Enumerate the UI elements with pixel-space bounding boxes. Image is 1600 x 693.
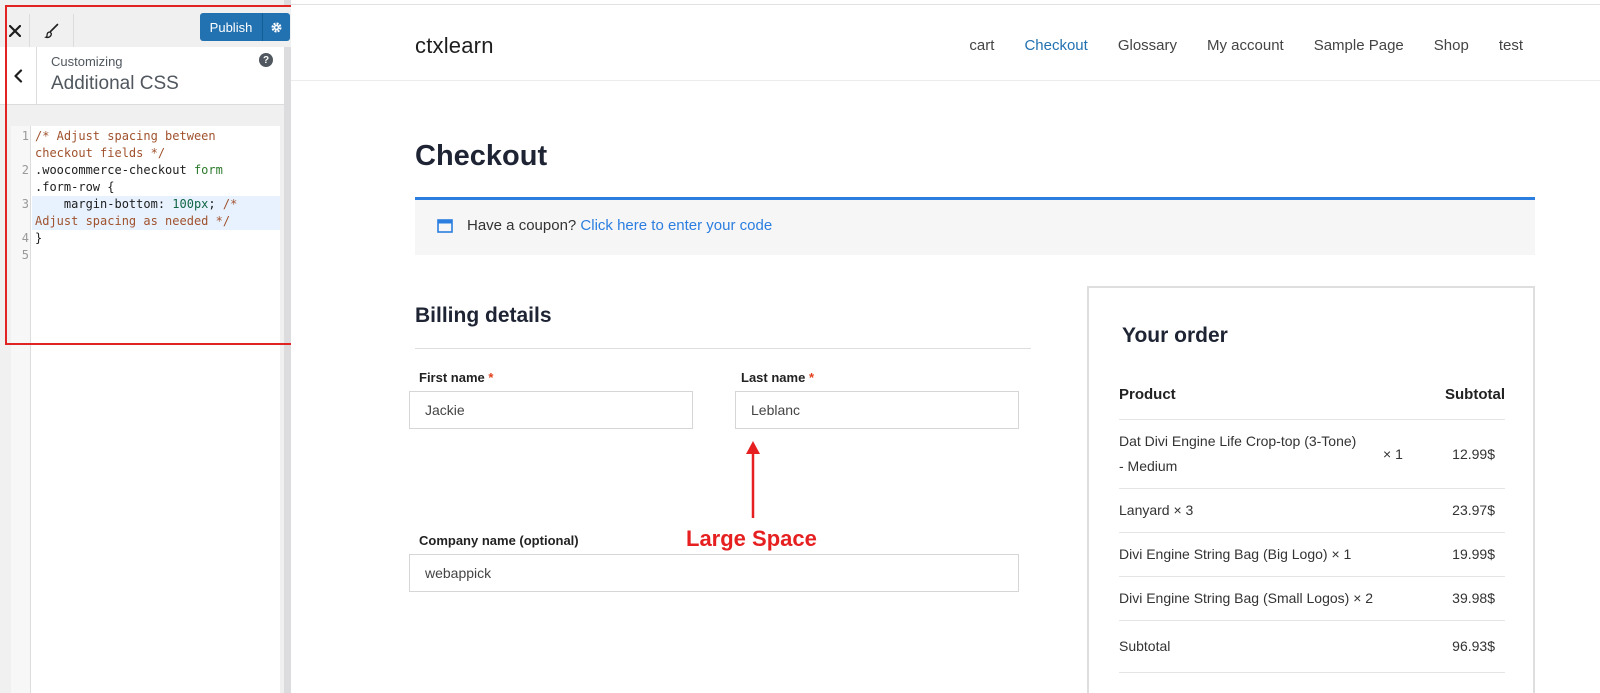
line-number: 3 — [21, 197, 29, 211]
code-token: form — [193, 163, 223, 177]
order-item-row: Lanyard × 3 23.97$ — [1119, 489, 1505, 533]
code-token: Adjust spacing as needed */ — [35, 214, 231, 228]
order-title: Your order — [1122, 324, 1228, 347]
code-token: checkout fields */ — [35, 146, 166, 160]
customizer-sidebar: Publish Customizing Additional CSS ? 1 2 3… — [0, 0, 294, 693]
line-number: 4 — [21, 231, 29, 245]
last-name-label: Last name * — [741, 370, 814, 385]
site-header: ctxlearn cart Checkout Glossary My account S… — [291, 5, 1600, 81]
nav-item-shop[interactable]: Shop — [1434, 37, 1469, 54]
code-token: /* Adjust spacing between — [35, 129, 216, 143]
subtotal-value: 96.93$ — [1452, 638, 1495, 654]
nav-item-my-account[interactable]: My account — [1207, 37, 1284, 54]
code-line[interactable]: /* Adjust spacing between — [35, 128, 216, 145]
primary-navigation: cart Checkout Glossary My account Sample Pag… — [969, 37, 1523, 54]
order-item-row: Divi Engine String Bag (Small Logos) × 2… — [1119, 577, 1505, 621]
code-line[interactable]: } — [35, 230, 42, 247]
code-token: } — [35, 231, 43, 245]
last-name-field[interactable]: Leblanc — [735, 391, 1019, 429]
code-line[interactable]: checkout fields */ — [35, 145, 165, 162]
product-name-cont: - Medium — [1119, 458, 1178, 474]
site-preview: ctxlearn cart Checkout Glossary My account S… — [291, 0, 1600, 693]
product-name: Divi Engine String Bag (Big Logo) × 1 — [1119, 546, 1352, 562]
annotation-arrow — [746, 441, 760, 518]
customizing-label: Customizing — [51, 54, 123, 69]
coupon-notice: Have a coupon? Click here to enter your … — [415, 197, 1535, 255]
nav-item-checkout[interactable]: Checkout — [1024, 37, 1087, 54]
code-token: margin-bottom: — [35, 197, 173, 211]
coupon-prompt: Have a coupon? — [467, 217, 577, 234]
nav-item-glossary[interactable]: Glossary — [1118, 37, 1177, 54]
page-title: Checkout — [415, 140, 548, 172]
line-number: 2 — [21, 163, 29, 177]
code-line[interactable]: Adjust spacing as needed */ — [35, 213, 230, 230]
first-name-field[interactable]: Jackie — [409, 391, 693, 429]
annotation-label: Large Space — [686, 526, 817, 551]
first-name-label-text: First name — [419, 370, 485, 385]
site-title[interactable]: ctxlearn — [415, 33, 494, 59]
gear-icon — [271, 21, 282, 33]
code-token: /* — [222, 197, 238, 211]
section-header: Customizing Additional CSS ? — [0, 47, 284, 105]
first-name-label: First name * — [419, 370, 493, 385]
close-icon — [8, 25, 21, 37]
customize-styles-button[interactable] — [30, 14, 74, 48]
code-token: 100px — [172, 197, 209, 211]
product-subtotal: 23.97$ — [1452, 502, 1495, 518]
sidebar-resize-rail[interactable] — [284, 0, 291, 693]
order-item-row: Dat Divi Engine Life Crop-top (3-Tone) - … — [1119, 420, 1505, 489]
required-marker: * — [488, 370, 494, 385]
code-line[interactable]: .form-row { — [35, 179, 114, 196]
product-name: Divi Engine String Bag (Small Logos) × 2 — [1119, 590, 1374, 606]
coupon-link[interactable]: Click here to enter your code — [580, 217, 772, 234]
code-token: .form-row { — [35, 180, 115, 194]
help-icon[interactable]: ? — [259, 53, 273, 67]
billing-details-title: Billing details — [415, 304, 552, 327]
order-table: Product Subtotal Dat Divi Engine Life Crop… — [1119, 376, 1505, 673]
product-subtotal: 12.99$ — [1452, 446, 1495, 462]
required-marker: * — [808, 370, 814, 385]
company-name-label: Company name (optional) — [419, 533, 579, 548]
css-code-editor[interactable]: 1 2 3 4 5 /* Adjust spacing between checkout … — [11, 126, 280, 693]
order-subtotal-row: Subtotal 96.93$ — [1119, 621, 1505, 673]
last-name-label-text: Last name — [741, 370, 806, 385]
close-button[interactable] — [0, 14, 30, 48]
coupon-text: Have a coupon? Click here to enter your … — [467, 217, 772, 234]
publish-button[interactable]: Publish — [200, 13, 262, 41]
section-title: Additional CSS — [51, 73, 179, 94]
order-review: Your order Product Subtotal Dat Divi Engin… — [1087, 286, 1535, 693]
column-product: Product — [1119, 386, 1176, 403]
subtotal-label: Subtotal — [1119, 638, 1171, 654]
publish-settings-button[interactable] — [262, 13, 290, 41]
code-token: ; — [208, 197, 223, 211]
product-subtotal: 19.99$ — [1452, 546, 1495, 562]
coupon-icon — [437, 219, 453, 233]
paintbrush-icon — [43, 23, 58, 39]
chevron-left-icon — [14, 69, 23, 83]
company-name-field[interactable]: webappick — [409, 554, 1019, 592]
product-subtotal: 39.98$ — [1452, 590, 1495, 606]
product-quantity: × 1 — [1383, 446, 1403, 462]
nav-item-sample-page[interactable]: Sample Page — [1314, 37, 1404, 54]
nav-item-cart[interactable]: cart — [969, 37, 994, 54]
order-item-row: Divi Engine String Bag (Big Logo) × 1 19.… — [1119, 533, 1505, 577]
product-name: Dat Divi Engine Life Crop-top (3-Tone) — [1119, 433, 1357, 449]
line-number: 5 — [21, 248, 29, 262]
nav-item-test[interactable]: test — [1499, 37, 1523, 54]
code-line[interactable]: .woocommerce-checkout form — [35, 162, 223, 179]
line-number: 1 — [21, 129, 29, 143]
code-token: .woocommerce-checkout — [35, 163, 194, 177]
back-button[interactable] — [0, 47, 37, 105]
order-table-header: Product Subtotal — [1119, 376, 1505, 420]
product-name: Lanyard × 3 — [1119, 502, 1194, 518]
column-subtotal: Subtotal — [1445, 386, 1505, 403]
line-number-gutter: 1 2 3 4 5 — [11, 126, 31, 693]
billing-divider — [415, 348, 1031, 349]
code-line[interactable]: margin-bottom: 100px; /* — [35, 196, 237, 213]
